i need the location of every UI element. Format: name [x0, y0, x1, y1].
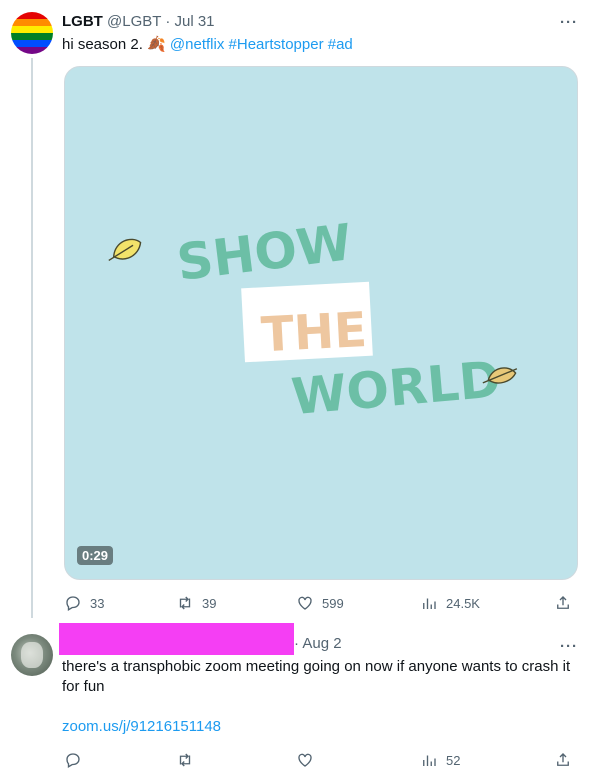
- tweet-text-plain: hi season 2.: [62, 36, 148, 53]
- zoom-link[interactable]: zoom.us/j/91216151148: [62, 717, 221, 737]
- hashtag-ad[interactable]: #ad: [328, 36, 353, 53]
- retweet-icon: [179, 596, 191, 610]
- share-icon: [557, 596, 569, 609]
- retweet-count: 39: [202, 595, 217, 611]
- retweet-button[interactable]: [176, 748, 194, 772]
- leaf-emoji: 🍂: [147, 36, 166, 53]
- views-button[interactable]: 24.5K: [420, 591, 480, 615]
- like-icon: [298, 753, 312, 767]
- thread-line: [31, 58, 33, 618]
- mention-netflix[interactable]: @netflix: [170, 36, 224, 53]
- title-line2: THE: [260, 302, 368, 363]
- like-icon: [298, 596, 312, 610]
- tweet-date[interactable]: Jul 31: [174, 13, 214, 30]
- video-player[interactable]: SHOW THE WORLD 0:29: [64, 66, 578, 580]
- share-button[interactable]: [554, 591, 572, 615]
- views-button[interactable]: 52: [420, 748, 460, 772]
- separator: ·: [165, 13, 171, 30]
- avatar-figure: [21, 642, 43, 668]
- share-button[interactable]: [554, 748, 572, 772]
- views-count: 52: [446, 752, 461, 768]
- like-button[interactable]: 599: [296, 591, 344, 615]
- views-count: 24.5K: [446, 595, 480, 611]
- video-frame: SHOW THE WORLD: [108, 213, 518, 426]
- reply-icon: [66, 596, 80, 611]
- like-button[interactable]: [296, 748, 314, 772]
- leaf-icon: [108, 238, 142, 262]
- handle[interactable]: @LGBT: [107, 13, 161, 30]
- tweet2-header: · Aug 2: [294, 635, 342, 653]
- tweet1-header: LGBT @LGBT · Jul 31: [62, 13, 215, 31]
- tweet1-text: hi season 2. 🍂 @netflix #Heartstopper #a…: [62, 35, 353, 55]
- tweet2-actions: 52: [62, 748, 582, 772]
- display-name[interactable]: LGBT: [62, 13, 103, 30]
- views-icon: [423, 755, 436, 766]
- retweet-button[interactable]: 39: [176, 591, 216, 615]
- title-line3: WORLD: [289, 350, 503, 426]
- more-icon[interactable]: ···: [560, 638, 578, 655]
- title-line1: SHOW: [174, 213, 355, 292]
- reply-count: 33: [90, 595, 105, 611]
- like-count: 599: [322, 595, 344, 611]
- tweet1-actions: 33 39 599 24.5K: [62, 591, 582, 615]
- reply-button[interactable]: [64, 748, 82, 772]
- tweet2-text: there's a transphobic zoom meeting going…: [62, 658, 571, 695]
- reply-icon: [66, 753, 80, 768]
- separator: ·: [294, 635, 299, 652]
- reply-user-avatar[interactable]: [11, 634, 53, 676]
- share-icon: [557, 753, 569, 766]
- video-duration: 0:29: [77, 546, 114, 565]
- retweet-icon: [179, 753, 191, 767]
- redacted-username: [59, 623, 294, 655]
- views-icon: [423, 598, 436, 609]
- hashtag-heartstopper[interactable]: #Heartstopper: [229, 36, 324, 53]
- tweet-date[interactable]: Aug 2: [302, 635, 341, 652]
- reply-button[interactable]: 33: [64, 591, 104, 615]
- lgbt-avatar[interactable]: [11, 12, 53, 54]
- more-icon[interactable]: ···: [560, 14, 578, 31]
